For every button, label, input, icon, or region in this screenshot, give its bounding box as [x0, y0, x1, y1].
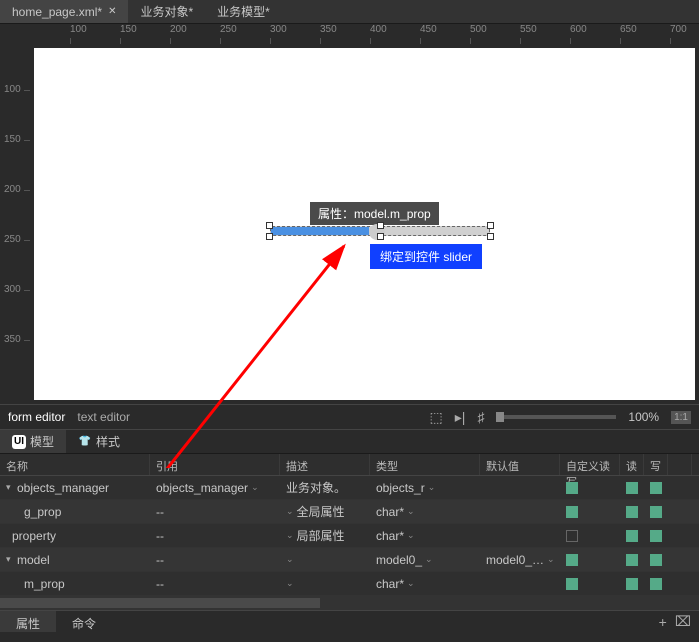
chevron-down-icon[interactable]: ⌄ — [407, 578, 415, 589]
tab-label: 业务对象* — [140, 3, 193, 20]
col-ref[interactable]: 引用 — [150, 454, 280, 475]
panel-tabs: UI 模型 👕 样式 — [0, 430, 699, 454]
design-canvas[interactable]: 属性：model.m_prop 绑定到控件 slider — [34, 48, 695, 400]
scrollbar-thumb[interactable] — [0, 598, 320, 608]
zoom-value: 100% — [628, 410, 659, 424]
slider-widget[interactable]: 属性：model.m_prop 绑定到控件 slider — [270, 226, 490, 236]
resize-handle[interactable] — [266, 222, 273, 229]
tab-biz-model[interactable]: 业务模型* — [205, 0, 282, 23]
horizontal-scrollbar[interactable] — [0, 596, 699, 610]
tooltip-bind: 绑定到控件 slider — [370, 244, 482, 269]
ui-icon: UI — [12, 435, 26, 449]
zoom-thumb[interactable] — [496, 412, 504, 422]
grid-header: 名称 引用 描述 类型 默认值 自定义读写 读 写 — [0, 454, 699, 476]
checkbox-custom[interactable] — [566, 578, 578, 590]
table-row[interactable]: property -- ⌄局部属性 char*⌄ — [0, 524, 699, 548]
table-row[interactable]: g_prop -- ⌄全局属性 char*⌄ — [0, 500, 699, 524]
chevron-down-icon[interactable]: ⌄ — [547, 554, 555, 565]
checkbox-read[interactable] — [626, 554, 638, 566]
checkbox-custom[interactable] — [566, 506, 578, 518]
col-custom[interactable]: 自定义读写 — [560, 454, 620, 475]
tab-home-page[interactable]: home_page.xml* ✕ — [0, 0, 128, 23]
align-icon[interactable]: ▸| — [455, 409, 466, 426]
chevron-down-icon[interactable]: ⌄ — [286, 554, 294, 565]
resize-handle[interactable] — [266, 233, 273, 240]
checkbox-write[interactable] — [650, 506, 662, 518]
col-name[interactable]: 名称 — [0, 454, 150, 475]
panel-tab-label: 样式 — [96, 433, 120, 450]
clear-icon[interactable]: ⌧ — [675, 613, 691, 630]
col-write[interactable]: 写 — [644, 454, 668, 475]
resize-handle[interactable] — [487, 233, 494, 240]
panel-tab-label: 模型 — [30, 433, 54, 450]
ruler-vertical: 100 150 200 250 300 350 — [0, 44, 30, 404]
checkbox-read[interactable] — [626, 506, 638, 518]
col-extra[interactable] — [668, 454, 692, 475]
footer-bar: 属性 命令 + ⌧ — [0, 610, 699, 632]
tab-label: home_page.xml* — [12, 5, 102, 19]
slider-fill — [271, 227, 369, 235]
document-tabs: home_page.xml* ✕ 业务对象* 业务模型* — [0, 0, 699, 24]
workspace: 100 150 200 250 300 350 属性：model.m_prop … — [0, 44, 699, 404]
chevron-down-icon[interactable]: ⌄ — [251, 482, 259, 493]
col-desc[interactable]: 描述 — [280, 454, 370, 475]
text-editor-button[interactable]: text editor — [77, 410, 130, 424]
ruler-horizontal: 100 150 200 250 300 350 400 450 500 550 … — [30, 24, 699, 44]
select-mode-icon[interactable]: ⬚ — [429, 409, 442, 426]
table-row[interactable]: ▾objects_manager objects_manager⌄ 业务对象。 … — [0, 476, 699, 500]
table-row[interactable]: m_prop -- ⌄ char*⌄ — [0, 572, 699, 596]
col-type[interactable]: 类型 — [370, 454, 480, 475]
resize-handle[interactable] — [377, 233, 384, 240]
tab-biz-object[interactable]: 业务对象* — [128, 0, 205, 23]
checkbox-write[interactable] — [650, 530, 662, 542]
form-editor-button[interactable]: form editor — [8, 410, 65, 424]
tooltip-attr: 属性：model.m_prop — [310, 202, 439, 225]
ratio-button[interactable]: 1:1 — [671, 411, 691, 424]
expand-icon[interactable]: ▾ — [6, 554, 14, 565]
col-read[interactable]: 读 — [620, 454, 644, 475]
checkbox-write[interactable] — [650, 554, 662, 566]
checkbox-read[interactable] — [626, 578, 638, 590]
checkbox-write[interactable] — [650, 482, 662, 494]
expand-icon[interactable]: ▾ — [6, 482, 14, 493]
checkbox-custom[interactable] — [566, 482, 578, 494]
col-default[interactable]: 默认值 — [480, 454, 560, 475]
resize-handle[interactable] — [487, 222, 494, 229]
close-icon[interactable]: ✕ — [108, 6, 116, 17]
chevron-down-icon[interactable]: ⌄ — [286, 578, 294, 589]
checkbox-custom[interactable] — [566, 554, 578, 566]
chevron-down-icon[interactable]: ⌄ — [286, 506, 294, 517]
chevron-down-icon[interactable]: ⌄ — [407, 530, 415, 541]
chevron-down-icon[interactable]: ⌄ — [425, 554, 433, 565]
shirt-icon: 👕 — [78, 435, 92, 449]
footer-tab-attr[interactable]: 属性 — [0, 611, 56, 632]
footer-tab-cmd[interactable]: 命令 — [56, 611, 112, 632]
tab-label: 业务模型* — [217, 3, 270, 20]
editor-toolbar: form editor text editor ⬚ ▸| ♯ 100% 1:1 — [0, 404, 699, 430]
table-row[interactable]: ▾model -- ⌄ model0_⌄ model0_…⌄ — [0, 548, 699, 572]
checkbox-write[interactable] — [650, 578, 662, 590]
checkbox-custom[interactable] — [566, 530, 578, 542]
panel-tab-style[interactable]: 👕 样式 — [66, 430, 132, 453]
grid-body: ▾objects_manager objects_manager⌄ 业务对象。 … — [0, 476, 699, 596]
chevron-down-icon[interactable]: ⌄ — [407, 506, 415, 517]
checkbox-read[interactable] — [626, 482, 638, 494]
add-icon[interactable]: + — [659, 614, 667, 630]
grid-icon[interactable]: ♯ — [477, 409, 484, 425]
chevron-down-icon[interactable]: ⌄ — [428, 482, 436, 493]
zoom-slider[interactable] — [496, 415, 616, 419]
resize-handle[interactable] — [377, 222, 384, 229]
chevron-down-icon[interactable]: ⌄ — [286, 530, 294, 541]
checkbox-read[interactable] — [626, 530, 638, 542]
panel-tab-model[interactable]: UI 模型 — [0, 430, 66, 453]
